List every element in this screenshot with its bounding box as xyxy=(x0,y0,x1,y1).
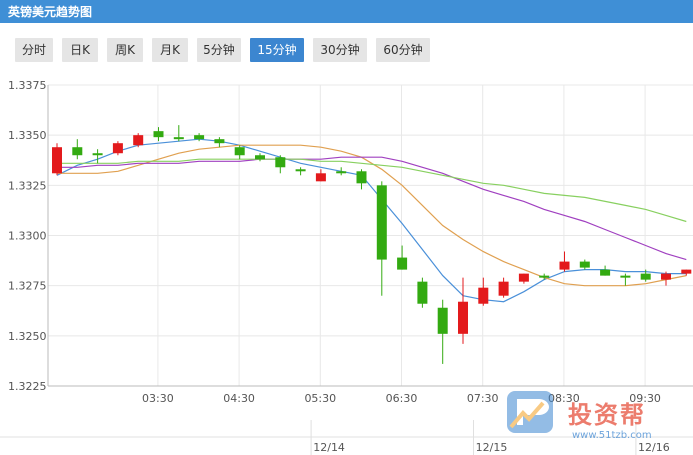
candle-body xyxy=(376,185,387,260)
candle-body xyxy=(681,269,692,274)
candle-body xyxy=(661,273,671,280)
candle-body xyxy=(478,287,489,304)
candle-body xyxy=(600,269,611,276)
y-tick-label: 1.3350 xyxy=(8,129,47,142)
y-tick-label: 1.3375 xyxy=(8,79,47,92)
candle-body xyxy=(72,147,83,156)
ma-line xyxy=(57,144,687,287)
candle-body xyxy=(255,155,265,160)
ma-line xyxy=(57,158,687,223)
candle-body xyxy=(417,281,428,304)
candle-body xyxy=(356,171,367,184)
date-label: 12/14 xyxy=(313,441,345,454)
candle-body xyxy=(620,275,631,278)
y-tick-label: 1.3300 xyxy=(8,230,47,243)
date-label: 12/15 xyxy=(476,441,508,454)
candle-body xyxy=(437,307,448,334)
candle-body xyxy=(315,173,326,182)
candle-body xyxy=(579,261,590,268)
candle-body xyxy=(295,169,306,172)
watermark-brand: 投资帮 xyxy=(568,401,646,429)
watermark-url: www.51tzb.com xyxy=(572,430,652,441)
x-tick-label: 04:30 xyxy=(223,392,255,405)
candle-body xyxy=(112,143,123,154)
candle-body xyxy=(92,153,103,156)
candle-body xyxy=(458,301,468,334)
y-tick-label: 1.3225 xyxy=(8,380,47,393)
candle-body xyxy=(640,273,651,280)
candle-body xyxy=(559,261,570,270)
candle-body xyxy=(336,171,347,174)
candlestick-chart: 1.3225 1.3250 1.3275 1.3300 1.3325 1.3350 1.33… xyxy=(0,79,693,455)
candle-body xyxy=(539,275,550,278)
ma-line xyxy=(57,156,687,261)
candle-body xyxy=(518,273,529,282)
y-tick-label: 1.3275 xyxy=(8,280,47,293)
x-tick-label: 03:30 xyxy=(142,392,174,405)
y-tick-label: 1.3250 xyxy=(8,330,47,343)
candle-body xyxy=(173,137,184,140)
candle-body xyxy=(133,135,144,146)
candle-body xyxy=(52,147,62,174)
candle-body xyxy=(234,147,245,156)
candle-body xyxy=(214,139,225,144)
candle-body xyxy=(498,281,509,296)
candle-body xyxy=(153,131,164,138)
x-tick-label: 07:30 xyxy=(467,392,499,405)
x-tick-label: 05:30 xyxy=(304,392,336,405)
candle-body xyxy=(194,135,205,140)
candle-body xyxy=(275,157,286,168)
x-tick-label: 06:30 xyxy=(386,392,418,405)
candle-body xyxy=(397,257,408,270)
date-label: 12/16 xyxy=(638,441,670,454)
y-tick-label: 1.3325 xyxy=(8,179,47,192)
